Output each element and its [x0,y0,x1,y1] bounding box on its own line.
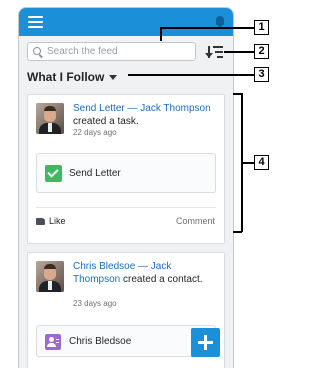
add-button[interactable] [191,328,220,357]
post-timestamp: 22 days ago [73,128,117,137]
callout-line [160,27,162,41]
header-bar [19,8,233,36]
feed-filter-label: What I Follow [27,70,105,84]
task-record-card[interactable]: Send Letter [36,153,216,193]
task-check-icon [45,165,62,182]
thumbs-up-icon [36,218,45,225]
mobile-app-frame: Search the feed What I Follow Send Lette… [18,7,234,368]
post-action: created a task. [73,116,139,127]
callout-badge-2: 2 [254,44,269,59]
callout-line [241,162,254,164]
search-icon [33,47,41,55]
chevron-down-icon [109,75,118,81]
search-placeholder: Search the feed [47,46,118,57]
callout-badge-3: 3 [254,67,269,82]
post-header: Chris Bledsoe — Jack Thompson created a … [73,260,219,286]
like-button[interactable]: Like [36,216,66,226]
avatar[interactable] [36,103,64,134]
post-timestamp: 23 days ago [73,299,117,308]
callout-badge-4: 4 [254,155,269,170]
sort-filter-icon[interactable] [205,46,223,58]
callout-line [160,27,254,29]
feed-item: Send Letter — Jack Thompson created a ta… [27,94,225,244]
post-author-link[interactable]: Send Letter — Jack Thompson [73,103,211,114]
callout-badge-1: 1 [254,20,269,35]
feed-filter-dropdown[interactable]: What I Follow [27,70,118,84]
post-header: Send Letter — Jack Thompson created a ta… [73,102,219,128]
like-label: Like [49,216,66,226]
post-action: created a contact. [123,274,203,285]
contact-record-card[interactable]: Chris Bledsoe [36,325,216,357]
callout-line [224,51,254,53]
callout-line [233,231,242,233]
comment-button[interactable]: Comment [176,216,215,226]
contact-card-icon [45,334,61,350]
search-feed-input[interactable]: Search the feed [27,42,196,61]
avatar[interactable] [36,261,64,292]
menu-icon[interactable] [28,16,43,28]
divider [36,207,216,208]
record-label: Send Letter [69,168,121,179]
record-label: Chris Bledsoe [69,336,132,347]
callout-line [128,74,254,76]
